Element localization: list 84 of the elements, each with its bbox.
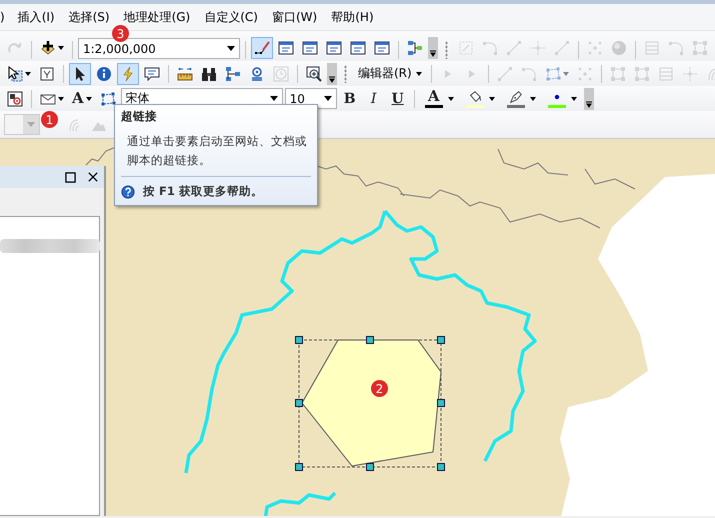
text-tool-button[interactable]: A — [69, 88, 95, 110]
selection-handle[interactable] — [295, 336, 303, 344]
caret-icon — [324, 96, 332, 101]
chevron-down-icon — [584, 100, 593, 108]
toolbar-button[interactable] — [69, 62, 91, 84]
close-icon[interactable] — [88, 172, 98, 182]
sphere-icon — [611, 40, 627, 56]
format-button[interactable]: U — [386, 88, 409, 110]
tooltip-text: 通过单击要素启动至网站、文档或脚本的超链接。 — [126, 133, 308, 169]
toolbar-overflow-button[interactable] — [428, 37, 438, 59]
tooltip-title: 超链接 — [121, 109, 158, 124]
chevron-down-icon — [429, 49, 437, 57]
menu-item[interactable]: 窗口(W) — [265, 10, 324, 24]
node-frame-icon — [692, 40, 708, 56]
target-icon — [249, 66, 265, 82]
selection-handle[interactable] — [437, 336, 445, 344]
selection-handle[interactable] — [295, 399, 303, 407]
scatter-icon — [576, 66, 593, 82]
curve-icon — [668, 40, 684, 56]
binoculars-icon — [201, 66, 217, 82]
menu-item[interactable]: 地理处理(G) — [116, 10, 198, 24]
help-icon — [121, 184, 135, 198]
menu-item[interactable]: ) — [0, 10, 11, 24]
add-data-icon — [40, 40, 56, 56]
toolbar-overflow-button[interactable] — [327, 62, 337, 84]
sketch-icon — [254, 40, 270, 56]
info-icon — [96, 66, 112, 82]
polygon-icon — [544, 66, 561, 82]
curve-icon — [482, 40, 498, 56]
diagram-icon — [407, 40, 423, 56]
dotted-square-icon — [458, 40, 474, 56]
menu-item[interactable]: 自定义(C) — [197, 10, 265, 24]
zoom-in-icon — [306, 66, 322, 82]
chevron-down-icon — [328, 74, 336, 82]
polygon-icon — [100, 90, 116, 106]
caret-icon — [570, 96, 577, 100]
toolbar-overflow-button[interactable] — [584, 88, 594, 110]
window-icon — [350, 40, 366, 56]
caret-icon — [448, 96, 454, 100]
crosshair-icon — [682, 66, 698, 82]
caret-icon — [416, 72, 422, 76]
node-frame-icon — [634, 66, 650, 82]
pen-icon — [508, 90, 524, 104]
layer-icon — [7, 90, 23, 106]
caret-icon — [270, 96, 278, 101]
window-icon — [278, 40, 294, 56]
selection-handle[interactable] — [295, 463, 303, 471]
menu-item[interactable]: 选择(S) — [62, 10, 117, 24]
line-icon — [554, 40, 570, 56]
caret-icon — [27, 122, 35, 127]
ruler-icon — [177, 66, 193, 82]
list-icon — [644, 40, 660, 56]
clock-icon — [273, 66, 289, 82]
selection-handle[interactable] — [366, 463, 374, 471]
color-button[interactable]: A — [420, 88, 459, 110]
editor-menu-button[interactable]: 编辑器(R) — [354, 65, 426, 82]
line-icon — [506, 40, 522, 56]
line-icon — [496, 66, 513, 82]
maximize-icon[interactable] — [65, 172, 76, 182]
toolbar-button[interactable] — [251, 37, 273, 59]
menu-item[interactable]: 插入(I) — [10, 10, 62, 24]
window-icon — [374, 40, 390, 56]
combo-box[interactable]: 1:2,000,000 — [78, 38, 240, 59]
format-button[interactable]: B — [338, 88, 361, 110]
select-icon — [7, 66, 23, 82]
curve-icon — [520, 66, 537, 82]
speech-bubble-icon — [144, 66, 160, 82]
caret-icon — [530, 96, 536, 100]
caret-icon — [227, 46, 235, 51]
node-frame-icon — [610, 66, 626, 82]
filter-icon — [39, 66, 55, 82]
selection-handle[interactable] — [437, 463, 445, 471]
window-icon — [326, 40, 342, 56]
list-icon — [658, 66, 674, 82]
menu-item[interactable]: 帮助(H) — [324, 10, 381, 24]
format-button[interactable]: I — [362, 88, 385, 110]
tooltip-help-text: 按 F1 获取更多帮助。 — [143, 184, 263, 199]
flowchart-icon — [225, 66, 241, 82]
window-icon — [302, 40, 318, 56]
selection-handle[interactable] — [437, 399, 445, 407]
selection-handle[interactable] — [366, 336, 374, 344]
caret-icon — [488, 96, 495, 100]
scatter-icon — [587, 40, 603, 56]
crosshair-icon — [530, 40, 546, 56]
